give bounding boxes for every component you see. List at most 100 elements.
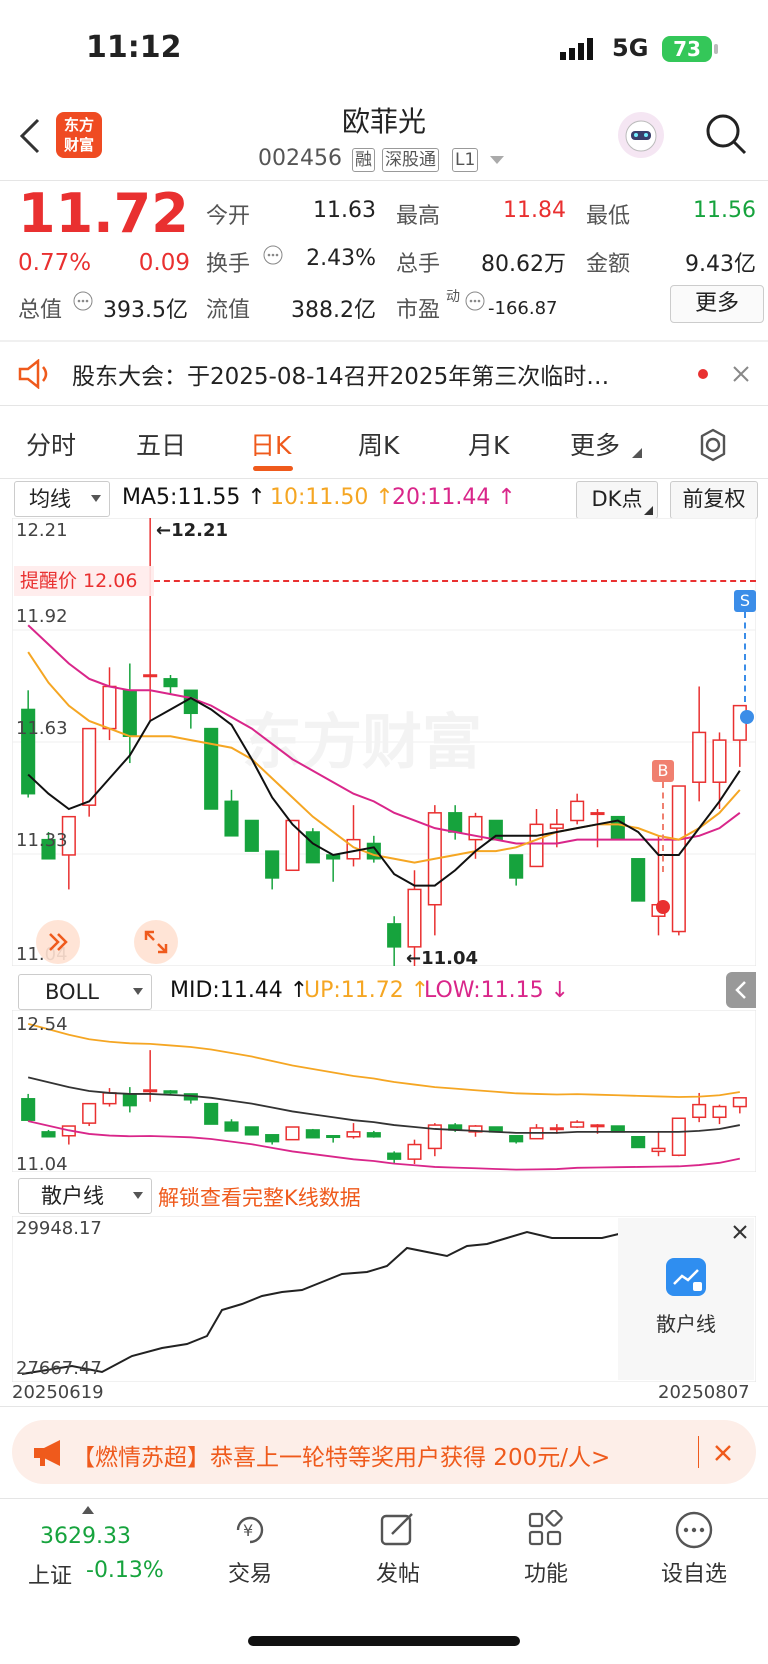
candle-body [712,739,727,783]
assistant-avatar-icon[interactable] [618,112,664,158]
tab-add-watch[interactable]: 设自选 [639,1556,749,1588]
high-value: 11.84 [503,198,566,223]
collapse-button[interactable] [36,920,80,964]
candle-body [631,1135,646,1149]
active-tab-indicator [253,466,293,471]
candle-body [448,812,463,833]
alert-price-tag[interactable]: 提醒价 12.06 [14,566,154,596]
unread-dot [698,369,708,379]
side-panel-toggle[interactable] [726,972,756,1008]
close-icon[interactable] [732,365,750,383]
open-value: 11.63 [313,198,376,223]
index-value[interactable]: 3629.33 [40,1524,131,1549]
candle-body [41,1131,56,1138]
candle-body [143,674,158,678]
home-indicator [248,1636,520,1646]
ma10-value: 10:11.50 ↑ [270,485,394,510]
search-icon[interactable] [704,112,748,156]
candle-body [122,1093,137,1107]
retail-line-icon[interactable] [666,1258,706,1296]
candle-body [590,1124,605,1128]
tab-intraday[interactable]: 分时 [26,426,76,462]
buy-marker[interactable]: B [652,760,674,782]
function-grid-icon[interactable] [526,1510,566,1550]
more-dots-icon[interactable] [674,1510,714,1550]
ma20-value: 20:11.44 ↑ [392,485,516,510]
tab-monthly-k[interactable]: 月K [468,426,509,462]
expand-arrows-icon [144,930,168,954]
retail-select[interactable]: 散户线 [18,1178,152,1214]
candle-body [143,1089,158,1093]
chevron-left-icon[interactable] [18,116,42,166]
info-icon[interactable] [464,290,486,312]
promo-text: 【燃情苏超】恭喜上一轮特等奖用户获得 200元/人> [72,1445,611,1471]
dropdown-icon [133,1192,143,1199]
boll-y-bottom: 11.04 [16,1154,68,1175]
date-end: 20250807 [658,1382,750,1403]
status-bar: 11:12 5G 73 [0,0,768,100]
signal-icon [560,38,593,60]
tab-post[interactable]: 发帖 [343,1556,453,1588]
chevron-left-icon [735,981,746,999]
candle-body [346,1131,361,1138]
sell-marker[interactable]: S [734,590,756,612]
boll-select[interactable]: BOLL [18,974,152,1010]
trade-icon[interactable]: ¥ [230,1510,270,1550]
candle-body [244,1126,259,1136]
tab-daily-k[interactable]: 日K [250,426,291,462]
divider [0,478,768,479]
close-icon[interactable] [714,1444,732,1462]
candle-body [244,819,259,852]
candle-body [82,1102,97,1124]
tab-function[interactable]: 功能 [491,1556,601,1588]
adjust-button[interactable]: 前复权 [670,481,758,519]
candle-body [305,1129,320,1139]
dropdown-icon [91,495,101,502]
ma-select[interactable]: 均线 [14,481,110,517]
double-chevron-icon [49,933,68,951]
tab-five-day[interactable]: 五日 [136,426,186,462]
expand-button[interactable] [134,920,178,964]
retail-y-top: 29948.17 [16,1218,102,1239]
candle-body [570,1121,585,1128]
candle-body [671,785,686,933]
pe-sup: 动 [446,289,460,305]
candle-body [712,1105,727,1119]
post-icon[interactable] [378,1510,418,1550]
candle-body [285,1126,300,1141]
promo-banner[interactable]: 【燃情苏超】恭喜上一轮特等奖用户获得 200元/人> [12,1420,756,1484]
boll-mid: MID:11.44 ↑ [170,978,309,1003]
current-price: 11.72 [18,182,189,245]
caret-down-icon[interactable] [490,156,504,166]
candle-body [183,689,198,715]
battery-tip [714,44,718,54]
mktcap-value: 393.5亿 [103,298,188,323]
settings-gear-icon[interactable] [696,428,730,462]
tab-trade[interactable]: 交易 [195,1556,305,1588]
more-button[interactable]: 更多 [670,285,764,323]
status-time: 11:12 [86,30,182,65]
open-label: 今开 [206,204,251,229]
info-icon[interactable] [262,244,284,266]
info-icon[interactable] [72,290,94,312]
stock-name: 欧菲光 [341,105,426,138]
high-label: 最高 [396,204,441,229]
notice-text: 股东大会：于2025-08-14召开2025年第三次临时… [72,364,610,390]
alert-line [154,580,756,582]
buy-dot [656,900,670,914]
close-icon[interactable] [732,1224,748,1240]
index-name: 上证 [28,1564,73,1589]
candle-body [387,1152,402,1160]
tab-more[interactable]: 更多 [570,426,620,462]
tab-weekly-k[interactable]: 周K [358,426,399,462]
notice-bar[interactable]: 股东大会：于2025-08-14召开2025年第三次临时… [0,341,768,405]
divider [0,1406,768,1407]
index-change: -0.13% [86,1558,164,1583]
candle-body [509,1135,524,1143]
unlock-link[interactable]: 解锁查看完整K线数据 [158,1182,361,1212]
retail-line-chart[interactable] [12,1216,756,1382]
boll-chart[interactable] [12,1010,756,1172]
float-value: 388.2亿 [291,298,376,323]
date-start: 20250619 [12,1382,104,1403]
candle-body [407,1143,422,1160]
